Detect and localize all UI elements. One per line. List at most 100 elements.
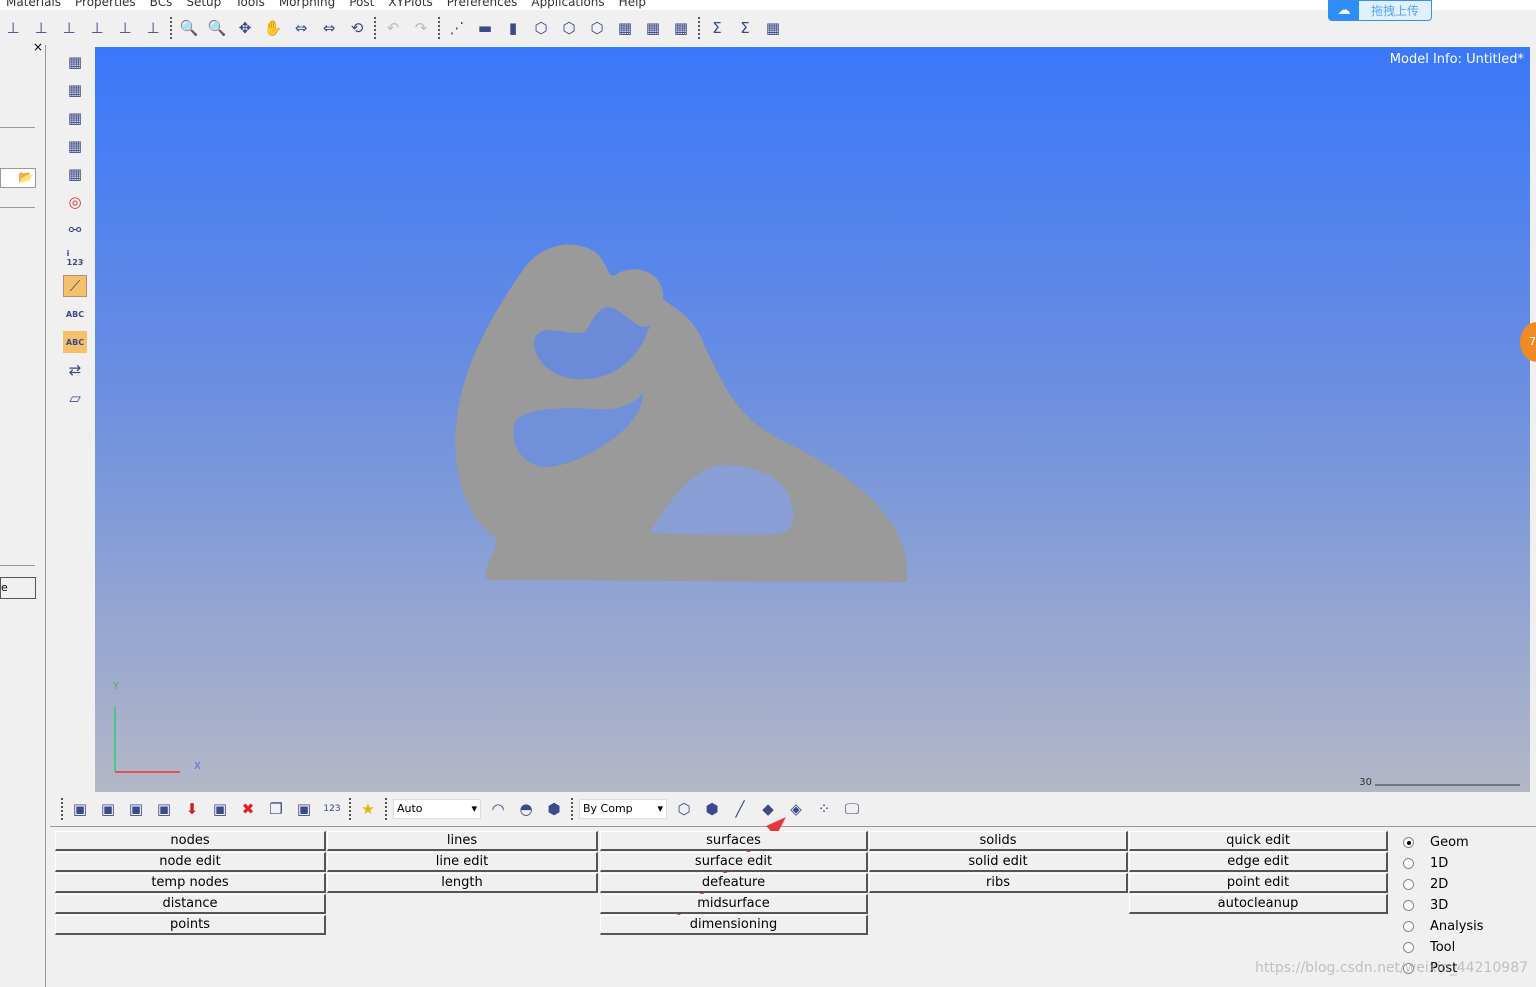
- view-zy-icon[interactable]: ⊥: [58, 17, 80, 39]
- view-save-icon[interactable]: ⊥: [142, 17, 164, 39]
- panel-button-ribs[interactable]: ribs: [869, 873, 1128, 893]
- rotate-icon[interactable]: ✥: [234, 17, 256, 39]
- surface-shaded-icon[interactable]: ◓: [515, 798, 537, 820]
- translate-h-icon[interactable]: ⇔: [290, 17, 312, 39]
- ruler-icon[interactable]: ▬: [474, 17, 496, 39]
- panel-button[interactable]: e: [0, 577, 36, 599]
- radio-button[interactable]: [1403, 900, 1414, 911]
- panel-button-solids[interactable]: solids: [869, 831, 1128, 851]
- component-icon[interactable]: ▦: [63, 51, 87, 73]
- mesh-check-icon[interactable]: ▦: [614, 17, 636, 39]
- panel-button-point-edit[interactable]: point edit: [1129, 873, 1388, 893]
- panel-button-autocleanup[interactable]: autocleanup: [1129, 894, 1388, 914]
- target-icon[interactable]: ◎: [63, 191, 87, 213]
- organize-icon[interactable]: ▣: [293, 798, 315, 820]
- binoculars-icon[interactable]: ⚯: [63, 219, 87, 241]
- translate-v-icon[interactable]: ⇔: [318, 17, 340, 39]
- summary-icon[interactable]: Σ: [706, 17, 728, 39]
- menu-applications[interactable]: Applications: [531, 0, 604, 10]
- collector-icon[interactable]: ▣: [69, 798, 91, 820]
- thickness-folder-icon[interactable]: ▣: [153, 798, 175, 820]
- radio-button[interactable]: [1403, 921, 1414, 932]
- menu-bcs[interactable]: BCs: [150, 0, 173, 10]
- radio-button[interactable]: [1403, 858, 1414, 869]
- reorder-icon[interactable]: ⇄: [63, 359, 87, 381]
- menu-help[interactable]: Help: [619, 0, 646, 10]
- calculator-icon[interactable]: ▦: [762, 17, 784, 39]
- menu-preferences[interactable]: Preferences: [447, 0, 518, 10]
- plane-shaded-icon[interactable]: ◆: [757, 798, 779, 820]
- zoom-in-icon[interactable]: 🔍: [178, 17, 200, 39]
- panel-button-length[interactable]: length: [327, 873, 598, 893]
- file-input[interactable]: 📂: [0, 168, 36, 188]
- line-icon[interactable]: ╱: [729, 798, 751, 820]
- menu-tools[interactable]: Tools: [235, 0, 265, 10]
- panel-button-dimensioning[interactable]: dimensioning: [600, 915, 868, 935]
- shaded-box-icon[interactable]: ⬡: [586, 17, 608, 39]
- radio-button[interactable]: [1403, 837, 1414, 848]
- label-icon[interactable]: ABC: [63, 303, 87, 325]
- menu-properties[interactable]: Properties: [75, 0, 136, 10]
- radio-tool[interactable]: Tool: [1403, 937, 1484, 958]
- duplicate-icon[interactable]: ❐: [265, 798, 287, 820]
- panel-button-points[interactable]: points: [55, 915, 326, 935]
- distance-icon[interactable]: ⋰: [446, 17, 468, 39]
- mesh-split-icon[interactable]: ▦: [642, 17, 664, 39]
- component-delete-icon[interactable]: ▦: [63, 79, 87, 101]
- label-active-icon[interactable]: ABC: [63, 331, 87, 353]
- view-zx-icon[interactable]: ⊥: [2, 17, 24, 39]
- pan-icon[interactable]: ✋: [262, 17, 284, 39]
- panel-button-midsurface[interactable]: midsurface: [600, 894, 868, 914]
- redo-icon[interactable]: ↷: [410, 17, 432, 39]
- panel-button-node-edit[interactable]: node edit: [55, 852, 326, 872]
- radio-geom[interactable]: Geom: [1403, 832, 1484, 853]
- upload-button[interactable]: ☁ 拖拽上传: [1328, 0, 1432, 21]
- view-iso-icon[interactable]: ⊥: [114, 17, 136, 39]
- menu-setup[interactable]: Setup: [186, 0, 221, 10]
- mesh-shaded-icon[interactable]: ⬢: [701, 798, 723, 820]
- panel-button-defeature[interactable]: defeature: [600, 873, 868, 893]
- panel-button-solid-edit[interactable]: solid edit: [869, 852, 1128, 872]
- view-zy2-icon[interactable]: ⊥: [86, 17, 108, 39]
- panel-button-lines[interactable]: lines: [327, 831, 598, 851]
- mesh-icon[interactable]: ▦: [63, 135, 87, 157]
- radio-2d[interactable]: 2D: [1403, 874, 1484, 895]
- explode-icon[interactable]: ⁘: [813, 798, 835, 820]
- radio-analysis[interactable]: Analysis: [1403, 916, 1484, 937]
- folder-open-icon[interactable]: 📂: [18, 170, 33, 184]
- plane-blue-icon[interactable]: ◈: [785, 798, 807, 820]
- panel-button-nodes[interactable]: nodes: [55, 831, 326, 851]
- zoom-window-icon[interactable]: 🔍: [206, 17, 228, 39]
- panel-button-line-edit[interactable]: line edit: [327, 852, 598, 872]
- radio-button[interactable]: [1403, 879, 1414, 890]
- panel-button-distance[interactable]: distance: [55, 894, 326, 914]
- mesh-wireframe-icon[interactable]: ⬡: [673, 798, 695, 820]
- visualization-mode-select[interactable]: Auto ▾: [393, 798, 481, 819]
- radio-button[interactable]: [1403, 942, 1414, 953]
- numbering-icon[interactable]: i 123: [63, 247, 87, 269]
- menu-xyplots[interactable]: XYPlots: [388, 0, 432, 10]
- color-mode-select[interactable]: By Comp ▾: [579, 798, 667, 819]
- star-icon[interactable]: ★: [357, 798, 379, 820]
- wireframe-box-icon[interactable]: ⬡: [530, 17, 552, 39]
- scale-icon[interactable]: ⟋: [63, 275, 87, 297]
- view-zx2-icon[interactable]: ⊥: [30, 17, 52, 39]
- component-move-icon[interactable]: ▦: [63, 107, 87, 129]
- mesh-edit-icon[interactable]: ▦: [63, 163, 87, 185]
- panel-button-surface-edit[interactable]: surface edit: [600, 852, 868, 872]
- radio-1d[interactable]: 1D: [1403, 853, 1484, 874]
- graphics-viewport[interactable]: Model Info: Untitled* Y X 30: [95, 47, 1530, 792]
- shaded-edges-box-icon[interactable]: ⬡: [558, 17, 580, 39]
- surface-wire-icon[interactable]: ◠: [487, 798, 509, 820]
- undo-icon[interactable]: ↶: [382, 17, 404, 39]
- mass-icon[interactable]: ▮: [502, 17, 524, 39]
- plane-icon[interactable]: ▱: [63, 387, 87, 409]
- spin-icon[interactable]: ⟲: [346, 17, 368, 39]
- mesh-ok-icon[interactable]: ▦: [670, 17, 692, 39]
- monitor-icon[interactable]: 🖵: [841, 798, 863, 820]
- system-folder-icon[interactable]: ▣: [209, 798, 231, 820]
- panel-button-temp-nodes[interactable]: temp nodes: [55, 873, 326, 893]
- renumber-icon[interactable]: 123: [321, 798, 343, 820]
- solid-shaded-icon[interactable]: ⬢: [543, 798, 565, 820]
- menu-morphing[interactable]: Morphing: [279, 0, 335, 10]
